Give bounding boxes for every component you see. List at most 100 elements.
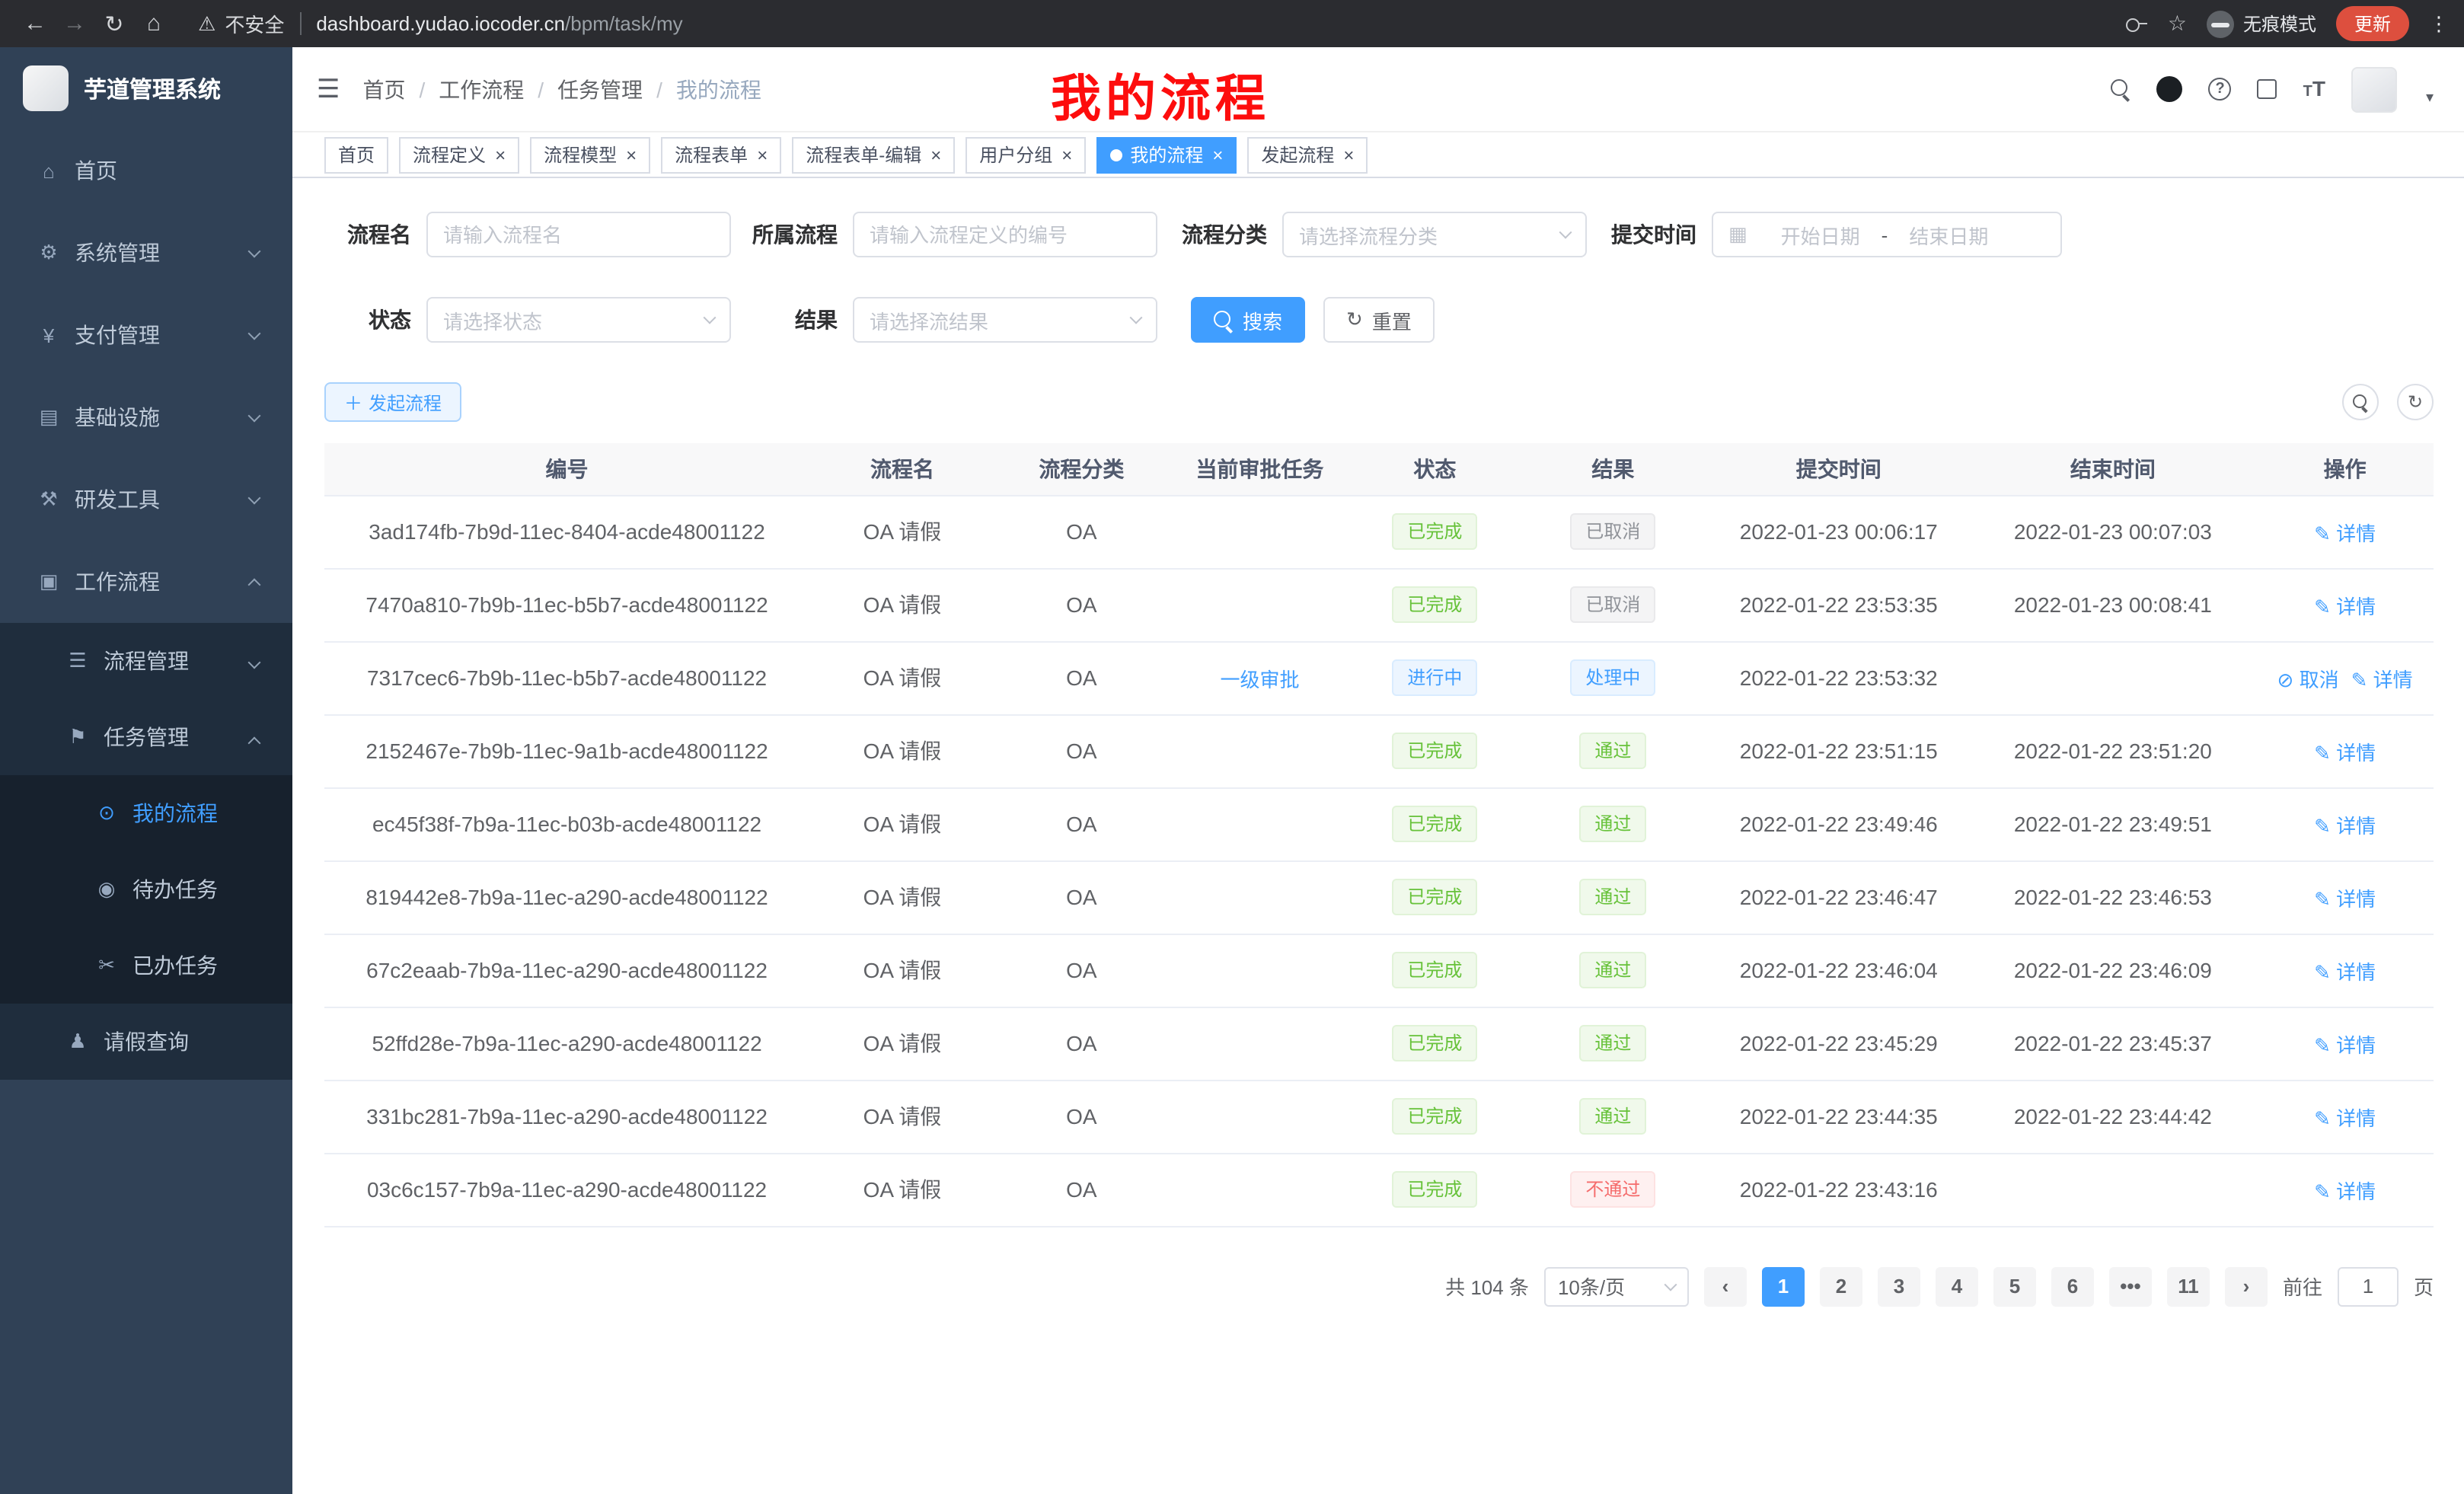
- address-bar[interactable]: dashboard.yudao.iocoder.cn/bpm/task/my: [316, 12, 682, 35]
- close-icon[interactable]: ×: [626, 145, 637, 164]
- sidebar-item-done-tasks[interactable]: ✂ 已办任务: [0, 927, 292, 1004]
- detail-button[interactable]: ✎ 详情: [2314, 741, 2376, 764]
- fullscreen-icon[interactable]: [2258, 79, 2277, 99]
- close-icon[interactable]: ×: [757, 145, 768, 164]
- sidebar-item-my-process[interactable]: ⊙ 我的流程: [0, 775, 292, 851]
- date-range-picker[interactable]: ▦ 开始日期 - 结束日期: [1712, 212, 2062, 257]
- reset-button[interactable]: ↻ 重置: [1323, 297, 1435, 343]
- back-icon[interactable]: ←: [15, 11, 55, 37]
- detail-button[interactable]: ✎ 详情: [2314, 887, 2376, 910]
- prev-page-button[interactable]: ‹: [1704, 1266, 1747, 1306]
- toggle-search-button[interactable]: [2342, 384, 2379, 420]
- url-path: /bpm/task/my: [565, 12, 683, 35]
- more-pages-button[interactable]: •••: [2109, 1266, 2152, 1306]
- chevron-down-icon: [704, 311, 717, 324]
- close-icon[interactable]: ×: [930, 145, 941, 164]
- col-end-time: 结束时间: [1970, 443, 2257, 495]
- detail-button[interactable]: ✎ 详情: [2314, 1180, 2376, 1202]
- avatar[interactable]: [2351, 66, 2397, 112]
- security-indicator[interactable]: ⚠ 不安全: [198, 9, 284, 38]
- help-icon[interactable]: ?: [2209, 78, 2232, 101]
- cell-category: OA: [995, 568, 1168, 641]
- sidebar-item-todo-tasks[interactable]: ◉ 待办任务: [0, 851, 292, 927]
- start-process-button[interactable]: ＋ 发起流程: [324, 382, 461, 422]
- browser-menu-icon[interactable]: ⋮: [2429, 11, 2449, 36]
- chrome-right-controls: ☆ 无痕模式 更新 ⋮: [2127, 6, 2449, 41]
- tab-label: 流程模型: [544, 142, 617, 168]
- sidebar-item-system-management[interactable]: ⚙ 系统管理: [0, 212, 292, 294]
- key-icon[interactable]: [2127, 18, 2148, 30]
- sidebar-item-payment-management[interactable]: ¥ 支付管理: [0, 294, 292, 376]
- detail-button[interactable]: ✎ 详情: [2314, 1106, 2376, 1129]
- cancel-button[interactable]: ⊘ 取消: [2277, 668, 2339, 691]
- cell-submit-time: 2022-01-22 23:51:15: [1708, 714, 1969, 787]
- process-name-label: 流程名: [324, 219, 426, 250]
- search-icon[interactable]: [2111, 79, 2131, 99]
- detail-button[interactable]: ✎ 详情: [2314, 595, 2376, 618]
- goto-page-input[interactable]: [2338, 1266, 2399, 1306]
- page-size-select[interactable]: 10条/页: [1544, 1266, 1689, 1306]
- close-icon[interactable]: ×: [1212, 145, 1223, 164]
- logo[interactable]: 芋道管理系统: [0, 47, 292, 129]
- font-size-icon[interactable]: TT: [2303, 75, 2325, 103]
- pagination: 共 104 条 10条/页 ‹ 1 2 3 4 5 6 ••• 11 › 前往: [324, 1266, 2434, 1352]
- cell-process-name: OA 请假: [809, 860, 995, 934]
- filter-row-2: 状态 请选择状态 结果 请选择流结果: [324, 297, 2434, 343]
- caret-down-icon[interactable]: ▾: [2426, 89, 2434, 112]
- reload-icon[interactable]: ↻: [94, 10, 134, 37]
- next-page-button[interactable]: ›: [2225, 1266, 2268, 1306]
- tab-process-form-edit[interactable]: 流程表单-编辑 ×: [792, 136, 955, 173]
- process-definition-input[interactable]: [870, 223, 1141, 246]
- close-icon[interactable]: ×: [495, 145, 506, 164]
- close-icon[interactable]: ×: [1061, 145, 1072, 164]
- sidebar-item-process-management[interactable]: ☰ 流程管理: [0, 623, 292, 699]
- bookmark-star-icon[interactable]: ☆: [2168, 11, 2187, 37]
- tab-start-process[interactable]: 发起流程 ×: [1247, 136, 1368, 173]
- chevron-down-icon: [1559, 226, 1572, 239]
- edit-icon: ✎: [2314, 887, 2331, 910]
- detail-button[interactable]: ✎ 详情: [2314, 960, 2376, 983]
- cell-actions: ✎ 详情: [2256, 714, 2434, 787]
- page-button-6[interactable]: 6: [2051, 1266, 2094, 1306]
- result-select[interactable]: 请选择流结果: [853, 297, 1157, 343]
- sidebar-item-home[interactable]: ⌂ 首页: [0, 129, 292, 212]
- breadcrumb-item[interactable]: 首页: [363, 74, 406, 104]
- close-icon[interactable]: ×: [1343, 145, 1354, 164]
- status-select[interactable]: 请选择状态: [426, 297, 731, 343]
- sidebar-item-label: 已办任务: [132, 950, 218, 981]
- detail-button[interactable]: ✎ 详情: [2351, 668, 2413, 691]
- page-button-11[interactable]: 11: [2167, 1266, 2210, 1306]
- current-task-link[interactable]: 一级审批: [1220, 668, 1299, 691]
- page-button-5[interactable]: 5: [1993, 1266, 2036, 1306]
- status-badge: 已完成: [1392, 806, 1477, 842]
- tab-user-group[interactable]: 用户分组 ×: [965, 136, 1086, 173]
- detail-button[interactable]: ✎ 详情: [2314, 814, 2376, 837]
- detail-button[interactable]: ✎ 详情: [2314, 1033, 2376, 1056]
- update-button[interactable]: 更新: [2336, 6, 2409, 41]
- sidebar-item-leave-query[interactable]: ♟ 请假查询: [0, 1004, 292, 1080]
- tab-home[interactable]: 首页: [324, 136, 388, 173]
- detail-button[interactable]: ✎ 详情: [2314, 522, 2376, 544]
- sidebar-toggle-icon[interactable]: ☰: [317, 74, 340, 104]
- page-button-2[interactable]: 2: [1820, 1266, 1862, 1306]
- forward-icon[interactable]: →: [55, 11, 94, 37]
- sidebar-item-infrastructure[interactable]: ▤ 基础设施: [0, 376, 292, 458]
- cell-process-name: OA 请假: [809, 1080, 995, 1153]
- refresh-table-button[interactable]: ↻: [2397, 384, 2434, 420]
- sidebar-item-task-management[interactable]: ⚑ 任务管理: [0, 699, 292, 775]
- search-button[interactable]: 搜索: [1191, 297, 1305, 343]
- tab-process-model[interactable]: 流程模型 ×: [530, 136, 650, 173]
- tab-process-form[interactable]: 流程表单 ×: [661, 136, 781, 173]
- tab-my-process[interactable]: 我的流程 ×: [1096, 136, 1237, 173]
- process-name-input[interactable]: [443, 223, 714, 246]
- category-select[interactable]: 请选择流程分类: [1282, 212, 1587, 257]
- sidebar-item-dev-tools[interactable]: ⚒ 研发工具: [0, 458, 292, 541]
- home-icon[interactable]: ⌂: [134, 11, 174, 37]
- tab-process-definition[interactable]: 流程定义 ×: [399, 136, 519, 173]
- page-button-4[interactable]: 4: [1936, 1266, 1978, 1306]
- sidebar-item-workflow[interactable]: ▣ 工作流程: [0, 541, 292, 623]
- github-icon[interactable]: [2157, 76, 2183, 102]
- page-button-3[interactable]: 3: [1878, 1266, 1920, 1306]
- status-badge: 已完成: [1392, 1098, 1477, 1135]
- page-button-1[interactable]: 1: [1762, 1266, 1805, 1306]
